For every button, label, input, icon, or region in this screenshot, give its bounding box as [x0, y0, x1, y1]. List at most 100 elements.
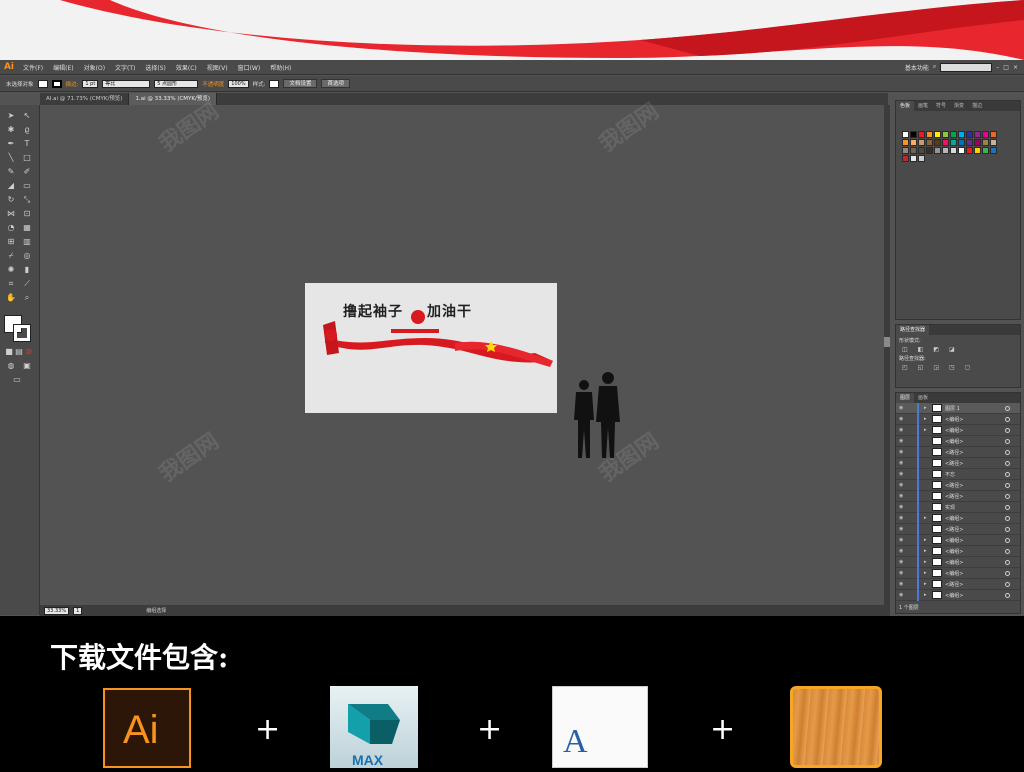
layer-row[interactable]: ◉ ▸ <编组> — [896, 512, 1020, 524]
visibility-eye-icon[interactable]: ◉ — [899, 405, 907, 411]
swatch-color[interactable] — [934, 139, 941, 146]
type-tool-icon[interactable]: T — [22, 139, 32, 148]
layer-row[interactable]: ◉ <编组> — [896, 435, 1020, 447]
swatch-color[interactable] — [990, 131, 997, 138]
swatch-color[interactable] — [974, 139, 981, 146]
swatch-color[interactable] — [918, 139, 925, 146]
menu-view[interactable]: 视图(V) — [202, 63, 233, 72]
unite-icon[interactable]: ◫ — [902, 346, 908, 353]
swatch-color[interactable] — [910, 155, 917, 162]
help-search-input[interactable] — [940, 62, 993, 72]
expand-arrow-icon[interactable]: ▸ — [924, 548, 932, 554]
tab-1-document[interactable]: 1.ai @ 33.33% (CMYK/预览) — [129, 93, 218, 105]
menu-type[interactable]: 文字(T) — [110, 63, 140, 72]
swatch-color[interactable] — [966, 131, 973, 138]
perspective-grid-tool-icon[interactable]: ▦ — [22, 223, 32, 232]
layer-row[interactable]: ◉ 不忘 — [896, 468, 1020, 480]
line-tool-icon[interactable]: ╲ — [6, 153, 16, 162]
canvas-vertical-scrollbar[interactable] — [884, 105, 890, 605]
swatch-color[interactable] — [902, 147, 909, 154]
swatch-color[interactable] — [982, 147, 989, 154]
minimize-icon[interactable]: – — [996, 64, 999, 71]
target-circle-icon[interactable] — [1005, 560, 1010, 565]
layer-row[interactable]: ◉ ▸ <编组> — [896, 545, 1020, 557]
swatch-color[interactable] — [902, 139, 909, 146]
pen-tool-icon[interactable]: ✒ — [6, 139, 16, 148]
swatch-color[interactable] — [902, 155, 909, 162]
target-circle-icon[interactable] — [1005, 417, 1010, 422]
paintbrush-tool-icon[interactable]: ✎ — [6, 167, 16, 176]
shape-builder-tool-icon[interactable]: ◔ — [6, 223, 16, 232]
zoom-tool-icon[interactable]: ⌕ — [22, 293, 32, 302]
swatch-color[interactable] — [982, 131, 989, 138]
tab-brushes[interactable]: 画笔 — [914, 101, 932, 111]
page-field[interactable]: 1 — [73, 606, 83, 615]
target-circle-icon[interactable] — [1005, 406, 1010, 411]
menu-help[interactable]: 帮助(H) — [265, 63, 296, 72]
expand-arrow-icon[interactable]: ▸ — [924, 515, 932, 521]
brush-select[interactable]: 5 点圆形 — [154, 79, 199, 88]
eyedropper-tool-icon[interactable]: ⌿ — [6, 251, 16, 260]
layer-row[interactable]: ◉ ▸ <编组> — [896, 534, 1020, 546]
magic-wand-tool-icon[interactable]: ✱ — [6, 125, 16, 134]
target-circle-icon[interactable] — [1005, 450, 1010, 455]
target-circle-icon[interactable] — [1005, 439, 1010, 444]
free-transform-tool-icon[interactable]: ⊡ — [22, 209, 32, 218]
visibility-eye-icon[interactable]: ◉ — [899, 427, 907, 433]
screen-mode-icon[interactable]: ▣ — [22, 361, 32, 370]
crop-icon[interactable]: ◳ — [949, 364, 955, 371]
target-circle-icon[interactable] — [1005, 483, 1010, 488]
visibility-eye-icon[interactable]: ◉ — [899, 471, 907, 477]
visibility-eye-icon[interactable]: ◉ — [899, 460, 907, 466]
swatch-color[interactable] — [910, 147, 917, 154]
exclude-icon[interactable]: ◪ — [949, 346, 955, 353]
workspace-switcher[interactable]: 基本功能 — [905, 63, 929, 72]
target-circle-icon[interactable] — [1005, 494, 1010, 499]
visibility-eye-icon[interactable]: ◉ — [899, 515, 907, 521]
expand-arrow-icon[interactable]: ▸ — [924, 581, 932, 587]
swatch-color[interactable] — [926, 139, 933, 146]
swatch-color[interactable] — [926, 131, 933, 138]
column-graph-tool-icon[interactable]: ▮ — [22, 265, 32, 274]
target-circle-icon[interactable] — [1005, 516, 1010, 521]
color-mode-icon[interactable]: ■ — [4, 347, 14, 356]
preferences-button[interactable]: 首选项 — [321, 79, 350, 88]
swatch-color[interactable] — [990, 139, 997, 146]
swatch-color[interactable] — [966, 147, 973, 154]
document-setup-button[interactable]: 文档设置 — [283, 79, 318, 88]
visibility-eye-icon[interactable]: ◉ — [899, 581, 907, 587]
swatch-color[interactable] — [918, 147, 925, 154]
target-circle-icon[interactable] — [1005, 549, 1010, 554]
target-circle-icon[interactable] — [1005, 582, 1010, 587]
expand-arrow-icon[interactable]: ▸ — [924, 537, 932, 543]
outline-icon[interactable]: ▢ — [965, 364, 971, 371]
zoom-field[interactable]: 33.33% — [44, 606, 70, 615]
stroke-color-box[interactable] — [13, 324, 31, 342]
minus-front-icon[interactable]: ◧ — [918, 346, 924, 353]
layer-row[interactable]: ◉ ▸ <编组> — [896, 556, 1020, 568]
tab-gradient[interactable]: 渐变 — [950, 101, 968, 111]
divide-icon[interactable]: ◰ — [902, 364, 908, 371]
pencil-tool-icon[interactable]: ✐ — [22, 167, 32, 176]
swatch-color[interactable] — [934, 131, 941, 138]
rectangle-tool-icon[interactable]: □ — [22, 153, 32, 162]
symbol-sprayer-tool-icon[interactable]: ✺ — [6, 265, 16, 274]
blob-brush-tool-icon[interactable]: ◢ — [6, 181, 16, 190]
menu-effect[interactable]: 效果(C) — [171, 63, 202, 72]
blend-tool-icon[interactable]: ◎ — [22, 251, 32, 260]
expand-arrow-icon[interactable]: ▸ — [924, 427, 932, 433]
target-circle-icon[interactable] — [1005, 428, 1010, 433]
tab-pathfinder[interactable]: 路径查找器 — [896, 325, 930, 335]
visibility-eye-icon[interactable]: ◉ — [899, 559, 907, 565]
artboard[interactable]: 撸起袖子 加油干 — [305, 283, 557, 413]
expand-arrow-icon[interactable]: ▸ — [924, 559, 932, 565]
menu-object[interactable]: 对象(O) — [79, 63, 110, 72]
rotate-tool-icon[interactable]: ↻ — [6, 195, 16, 204]
swatch-color[interactable] — [934, 147, 941, 154]
merge-icon[interactable]: ◲ — [933, 364, 939, 371]
fill-color-swatch[interactable] — [37, 79, 48, 88]
layer-row[interactable]: ◉ <路径> — [896, 490, 1020, 502]
intersect-icon[interactable]: ◩ — [933, 346, 939, 353]
swatch-color[interactable] — [990, 147, 997, 154]
swatch-color[interactable] — [942, 147, 949, 154]
